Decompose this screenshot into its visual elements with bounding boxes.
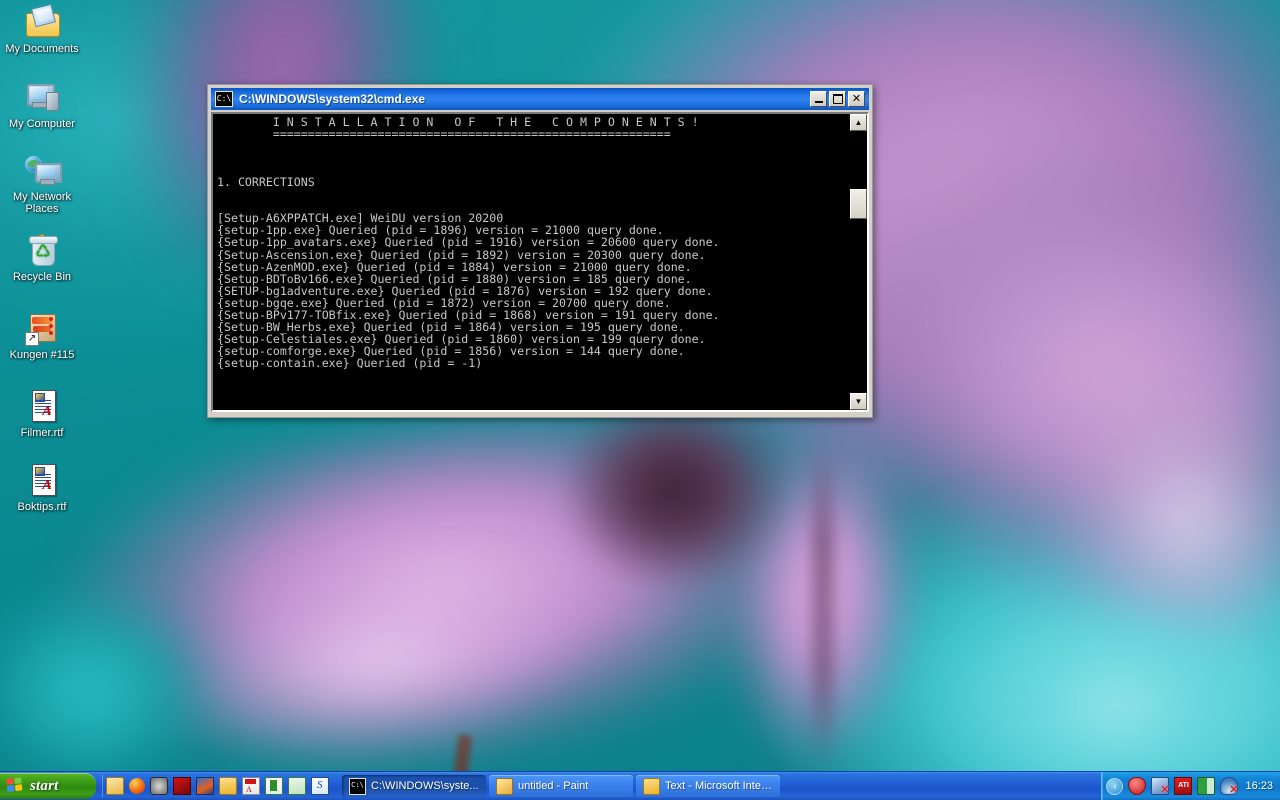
start-button[interactable]: start (0, 773, 96, 799)
my-documents-icon (24, 3, 60, 40)
desktop-icon-label: My Network Places (12, 191, 72, 215)
wireless-disconnected-icon[interactable]: ✕ (1220, 777, 1239, 796)
console-text-output[interactable]: I N S T A L L A T I O N O F T H E C O M … (213, 114, 849, 410)
desktop-icon-kungen[interactable]: ↗ Kungen #115 (0, 310, 84, 361)
desktop-icon-filmer-rtf[interactable]: A Filmer.rtf (0, 388, 84, 439)
scrollbar-track[interactable] (850, 131, 867, 393)
close-button[interactable]: ✕ (848, 91, 865, 107)
taskbar-button-label: C:\WINDOWS\syste... (371, 780, 479, 792)
console-line: {Setup-1pp_avatars.exe} Queried (pid = 1… (217, 235, 720, 250)
app-green2-icon[interactable] (288, 777, 306, 795)
console-line: ========================================… (217, 127, 671, 142)
console-line: {Setup-BPv177-TOBfix.exe} Queried (pid =… (217, 307, 720, 322)
taskbar[interactable]: start A S C:\ C:\WINDOWS\syste... untitl… (0, 771, 1280, 800)
folder-icon (643, 777, 660, 795)
rtf-document-icon: A (24, 388, 60, 424)
desktop-icon-my-network-places[interactable]: My Network Places (0, 152, 84, 215)
wallpaper-petal-lower-left (9, 385, 811, 800)
taskbar-button-label: Text - Microsoft Inter... (665, 780, 773, 792)
wallpaper-petal-gap-shadow (812, 440, 834, 770)
start-button-label: start (30, 777, 59, 794)
cmd-console-icon: C:\ (349, 777, 366, 795)
window-title-bar[interactable]: C:\ C:\WINDOWS\system32\cmd.exe ✕ (211, 88, 869, 110)
console-line: 1. CORRECTIONS (217, 175, 315, 190)
wallpaper-petal-right-edge (998, 282, 1280, 738)
red-x-overlay-icon: ✕ (1229, 784, 1239, 796)
firefox-icon[interactable] (129, 778, 145, 794)
console-line: {Setup-AzenMOD.exe} Queried (pid = 1884)… (217, 259, 692, 274)
desktop-icon-label: My Computer (8, 118, 76, 130)
desktop-icon-label: Recycle Bin (12, 271, 72, 283)
scrollbar-thumb[interactable] (850, 189, 867, 219)
show-desktop-icon[interactable] (106, 777, 124, 795)
taskbar-window-buttons[interactable]: C:\ C:\WINDOWS\syste... untitled - Paint… (342, 774, 1101, 798)
taskbar-button-text-explorer[interactable]: Text - Microsoft Inter... (636, 775, 780, 797)
minimize-button[interactable] (810, 91, 827, 107)
maximize-button[interactable] (829, 91, 846, 107)
my-computer-icon (24, 79, 60, 115)
blue-script-icon[interactable]: S (311, 777, 329, 795)
quick-launch-bar[interactable]: A S (102, 775, 332, 797)
wallpaper-petal-center (687, 421, 963, 799)
taskbar-clock[interactable]: 16:23 (1245, 780, 1273, 792)
wallpaper-petal-highlight (105, 520, 655, 800)
cmd-console-icon: C:\ (215, 91, 233, 107)
desktop-icon-label: My Documents (5, 43, 79, 55)
desktop-icon-label: Boktips.rtf (17, 501, 67, 513)
window-title: C:\WINDOWS\system32\cmd.exe (239, 92, 426, 106)
console-line: {setup-contain.exe} Queried (pid = -1) (217, 355, 483, 370)
desktop-icon-label: Kungen #115 (9, 349, 75, 361)
taskbar-button-cmd[interactable]: C:\ C:\WINDOWS\syste... (342, 775, 486, 797)
battery-icon[interactable] (1197, 777, 1216, 795)
system-tray[interactable]: ‹ ✕ ATI ✕ 16:23 (1101, 772, 1280, 800)
media-player-icon[interactable] (150, 777, 168, 795)
console-line: {Setup-Ascension.exe} Queried (pid = 189… (217, 247, 706, 262)
console-vertical-scrollbar[interactable]: ▲ ▼ (849, 114, 867, 410)
desktop-icon-grid: My Documents My Computer My Network Plac… (0, 0, 96, 760)
desktop-icon-label: Filmer.rtf (20, 427, 64, 439)
console-line: {Setup-BDToBv166.exe} Queried (pid = 188… (217, 271, 692, 286)
show-hidden-icons-chevron-icon[interactable]: ‹ (1106, 777, 1124, 795)
scroll-up-button[interactable]: ▲ (850, 114, 867, 131)
cmd-window[interactable]: C:\ C:\WINDOWS\system32\cmd.exe ✕ I N S … (207, 84, 873, 418)
red-app-icon[interactable] (173, 777, 191, 795)
wallpaper-teal-glow-right (880, 580, 1280, 800)
ati-catalyst-icon[interactable]: ATI (1174, 777, 1193, 795)
scroll-down-button[interactable]: ▼ (850, 393, 867, 410)
desktop-icon-my-computer[interactable]: My Computer (0, 79, 84, 130)
recycle-bin-icon: ♺ (24, 232, 60, 268)
desktop-icon-recycle-bin[interactable]: ♺ Recycle Bin (0, 232, 84, 283)
console-line: {SETUP-bg1adventure.exe} Queried (pid = … (217, 283, 713, 298)
rtf-document-icon: A (24, 462, 60, 498)
acrobat-reader-icon[interactable]: A (242, 777, 260, 795)
wallpaper-flower-throat (560, 400, 790, 600)
winamp-icon[interactable] (196, 777, 214, 795)
desktop[interactable]: My Documents My Computer My Network Plac… (0, 0, 1280, 800)
shortcut-arrow-icon: ↗ (25, 332, 39, 346)
folder-icon[interactable] (219, 777, 237, 795)
desktop-icon-boktips-rtf[interactable]: A Boktips.rtf (0, 462, 84, 513)
console-line: {setup-bgqe.exe} Queried (pid = 1872) ve… (217, 295, 671, 310)
windows-flag-icon (6, 777, 25, 795)
console-client-area[interactable]: I N S T A L L A T I O N O F T H E C O M … (211, 112, 869, 412)
taskbar-button-paint[interactable]: untitled - Paint (489, 775, 633, 797)
taskbar-button-label: untitled - Paint (518, 780, 589, 792)
paint-icon (496, 777, 513, 795)
app-green-icon[interactable] (265, 777, 283, 795)
network-disconnected-icon[interactable]: ✕ (1151, 777, 1170, 796)
my-network-places-icon (24, 152, 62, 188)
security-shield-icon[interactable] (1128, 777, 1147, 795)
kungen-shortcut-icon: ↗ (24, 310, 60, 346)
desktop-icon-my-documents[interactable]: My Documents (0, 3, 84, 55)
window-controls: ✕ (810, 91, 865, 107)
red-x-overlay-icon: ✕ (1160, 784, 1170, 796)
